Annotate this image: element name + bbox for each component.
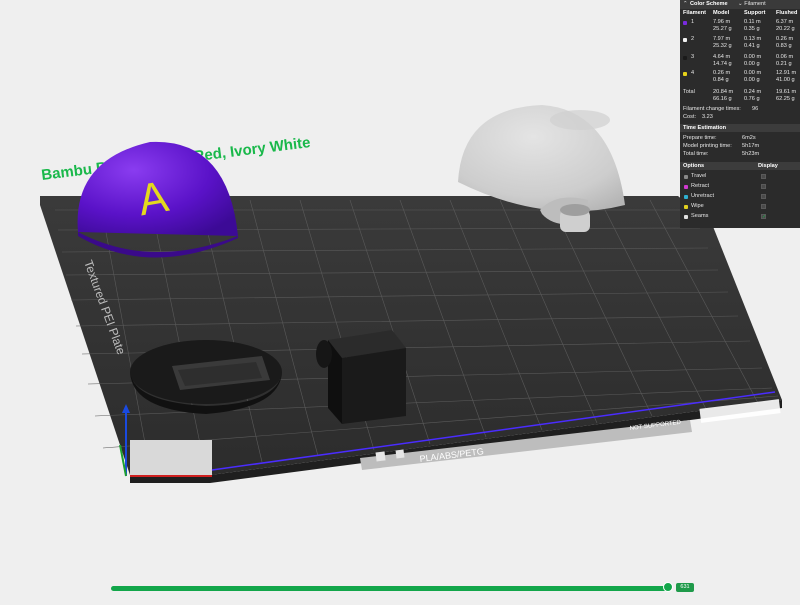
col-header-model: Model: [713, 10, 730, 16]
support-length: 0.11 m: [744, 19, 761, 25]
options-label: Options: [683, 163, 705, 169]
total-model-weight: 66.16 g: [713, 96, 732, 102]
wipe-swatch: [684, 205, 688, 209]
option-name: Retract: [691, 183, 710, 189]
col-header-support: Support: [744, 10, 766, 16]
travel-swatch: [684, 175, 688, 179]
model-printing-time-label: Model printing time:: [683, 143, 732, 149]
support-weight: 0.00 g: [744, 77, 760, 83]
support-length: 0.00 m: [744, 54, 762, 60]
flushed-weight: 0.83 g: [776, 43, 792, 49]
prepare-time-label: Prepare time:: [683, 135, 717, 141]
flushed-weight: 0.21 g: [776, 61, 792, 67]
filament-swatch: [683, 56, 687, 60]
model-weight: 25.32 g: [713, 43, 732, 49]
flushed-weight: 20.22 g: [776, 26, 795, 32]
total-time-label: Total time:: [683, 151, 709, 157]
layer-slider-track[interactable]: [111, 586, 669, 591]
flushed-length: 0.06 m: [776, 54, 794, 60]
total-flushed-length: 19.61 m: [776, 89, 797, 95]
support-weight: 0.41 g: [744, 43, 760, 49]
collapse-icon[interactable]: ⌃: [683, 1, 688, 8]
unretract-display-checkbox[interactable]: [761, 194, 766, 199]
display-label: Display: [758, 163, 778, 169]
total-time-value: 5h23m: [742, 151, 760, 157]
layer-slider-value: 631: [676, 583, 694, 592]
origin-marker: [130, 440, 212, 476]
wipe-display-checkbox[interactable]: [761, 204, 766, 209]
option-name: Unretract: [691, 193, 715, 199]
filament-swatch: [683, 72, 687, 76]
total-label: Total: [683, 89, 695, 95]
retract-swatch: [684, 185, 688, 189]
model-length: 7.97 m: [713, 36, 731, 42]
change-times-label: Filament change times:: [683, 106, 741, 112]
filament-swatch: [683, 21, 687, 25]
time-estimation-label: Time Estimation: [683, 125, 727, 131]
model-weight: 25.27 g: [713, 26, 732, 32]
slice-info-panel: ⌃ Color Scheme ⌄ Filament Filament Model…: [680, 0, 800, 228]
change-times-value: 96: [752, 106, 759, 112]
col-header-filament: Filament: [683, 10, 707, 16]
total-model-length: 20.84 m: [713, 89, 734, 95]
filament-id: 1: [691, 19, 695, 25]
color-scheme-value: Filament: [744, 1, 766, 7]
filament-swatch: [683, 38, 687, 42]
total-flushed-weight: 62.25 g: [776, 96, 795, 102]
model-length: 0.26 m: [713, 70, 731, 76]
model-weight: 0.84 g: [713, 77, 729, 83]
layer-slider-thumb[interactable]: [663, 582, 673, 592]
option-name: Seams: [691, 213, 709, 219]
filament-id: 3: [691, 54, 695, 60]
filament-id: 4: [691, 70, 695, 76]
total-support-weight: 0.76 g: [744, 96, 760, 102]
support-length: 0.13 m: [744, 36, 762, 42]
support-length: 0.00 m: [744, 70, 762, 76]
flushed-length: 12.91 m: [776, 70, 797, 76]
retract-display-checkbox[interactable]: [761, 184, 766, 189]
model-length: 7.96 m: [713, 19, 731, 25]
support-weight: 0.00 g: [744, 61, 760, 67]
cost-value: 3.23: [702, 114, 713, 120]
model-weight: 14.74 g: [713, 61, 732, 67]
model-length: 4.64 m: [713, 54, 731, 60]
filament-id: 2: [691, 36, 695, 42]
option-name: Wipe: [691, 203, 704, 209]
option-name: Travel: [691, 173, 707, 179]
support-weight: 0.35 g: [744, 26, 760, 32]
total-support-length: 0.24 m: [744, 89, 762, 95]
cost-label: Cost:: [683, 114, 697, 120]
col-header-flushed: Flushed: [776, 10, 798, 16]
model-printing-time-value: 5h17m: [742, 143, 760, 149]
flushed-length: 6.37 m: [776, 19, 794, 25]
unretract-swatch: [684, 195, 688, 199]
flushed-length: 0.26 m: [776, 36, 794, 42]
seams-swatch: [684, 215, 688, 219]
color-scheme-label: Color Scheme: [690, 1, 728, 7]
color-scheme-dropdown[interactable]: ⌄ Filament: [738, 1, 766, 8]
seams-display-checkbox[interactable]: ✓: [761, 214, 766, 220]
prepare-time-value: 6m2s: [742, 135, 756, 141]
travel-display-checkbox[interactable]: [761, 174, 766, 179]
flushed-weight: 41.00 g: [776, 77, 795, 83]
